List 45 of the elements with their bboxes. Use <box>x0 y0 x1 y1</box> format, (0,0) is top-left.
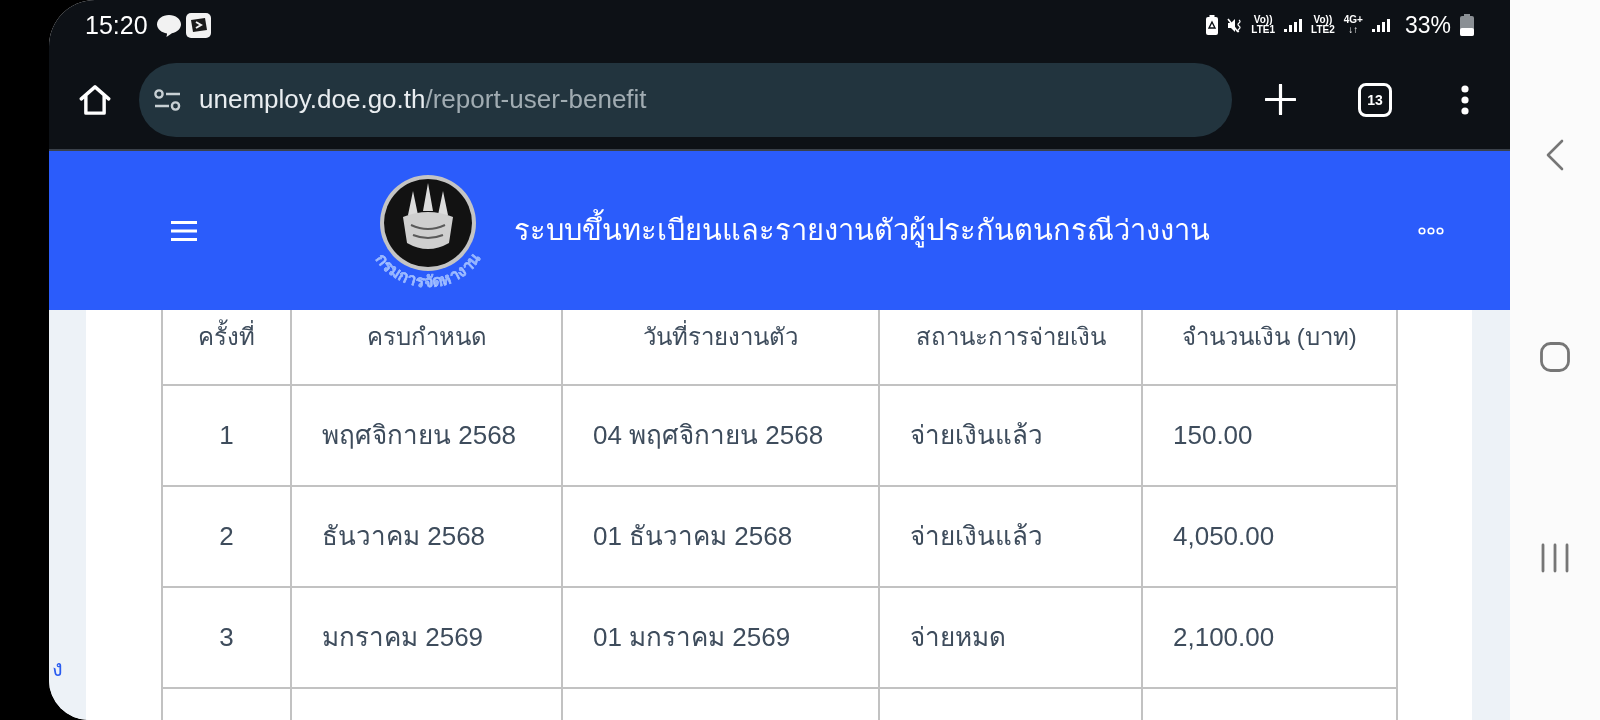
speech-bubble-icon <box>155 13 182 37</box>
address-bar[interactable]: unemploy.doe.go.th/report-user-benefit <box>139 62 1232 137</box>
menu-icon[interactable] <box>171 220 197 241</box>
app-tile-icon <box>185 12 211 38</box>
table-cell: 01 ธันวาคม 2568 <box>562 486 879 587</box>
app-title: ระบบขึ้นทะเบียนและรายงานตัวผู้ประกันตนกรณีว่างงาน <box>514 211 1210 250</box>
network-label: LTE1 <box>1251 25 1276 35</box>
table-cell: 2 <box>162 486 291 587</box>
network-label: Vo)) <box>1253 15 1273 25</box>
signal-bars-icon <box>1371 18 1390 32</box>
site-settings-icon[interactable] <box>154 88 181 111</box>
column-header: ครั้งที่ <box>162 310 291 385</box>
menu-link[interactable]: ง <box>52 656 63 681</box>
network-label: ↓↑ <box>1348 25 1359 35</box>
more-icon[interactable] <box>1459 84 1471 115</box>
battery-percent: 33% <box>1404 13 1451 37</box>
table-cell: 04 พฤศจิกายน 2568 <box>562 385 879 486</box>
clock-time: 15:20 <box>85 12 148 38</box>
table-cell: 3 <box>162 587 291 688</box>
table-cell: 150.00 <box>1142 385 1397 486</box>
table-cell: จ่ายหมด <box>879 587 1142 688</box>
battery-icon <box>1460 14 1474 36</box>
column-header: สถานะการจ่ายเงิน <box>879 310 1142 385</box>
table-cell: ธันวาคม 2568 <box>291 486 562 587</box>
network-label: LTE2 <box>1311 25 1335 35</box>
column-header: ครบกำหนด <box>291 310 562 385</box>
mute-icon <box>1227 17 1243 33</box>
recent-apps-icon[interactable] <box>1540 543 1570 573</box>
column-header: จำนวนเงิน (บาท) <box>1142 310 1397 385</box>
network-label: 4G+ <box>1343 15 1363 25</box>
table-cell: 2,100.00 <box>1142 587 1397 688</box>
table-cell: พฤศจิกายน 2568 <box>291 385 562 486</box>
back-icon[interactable] <box>1545 139 1565 171</box>
plus-icon[interactable] <box>1265 84 1296 115</box>
table-cell: 1 <box>162 385 291 486</box>
table-cell: มกราคม 2569 <box>291 587 562 688</box>
signal-bars-icon <box>1284 18 1303 32</box>
table-cell: 01 มกราคม 2569 <box>562 587 879 688</box>
network-label: Vo)) <box>1313 15 1333 25</box>
tab-count-button[interactable]: 13 <box>1358 82 1392 117</box>
column-header: วันที่รายงานตัว <box>562 310 879 385</box>
table-cell: จ่ายเงินแล้ว <box>879 486 1142 587</box>
table-cell: จ่ายเงินแล้ว <box>879 385 1142 486</box>
table-cell: 4,050.00 <box>1142 486 1397 587</box>
battery-saver-icon <box>1206 15 1219 35</box>
